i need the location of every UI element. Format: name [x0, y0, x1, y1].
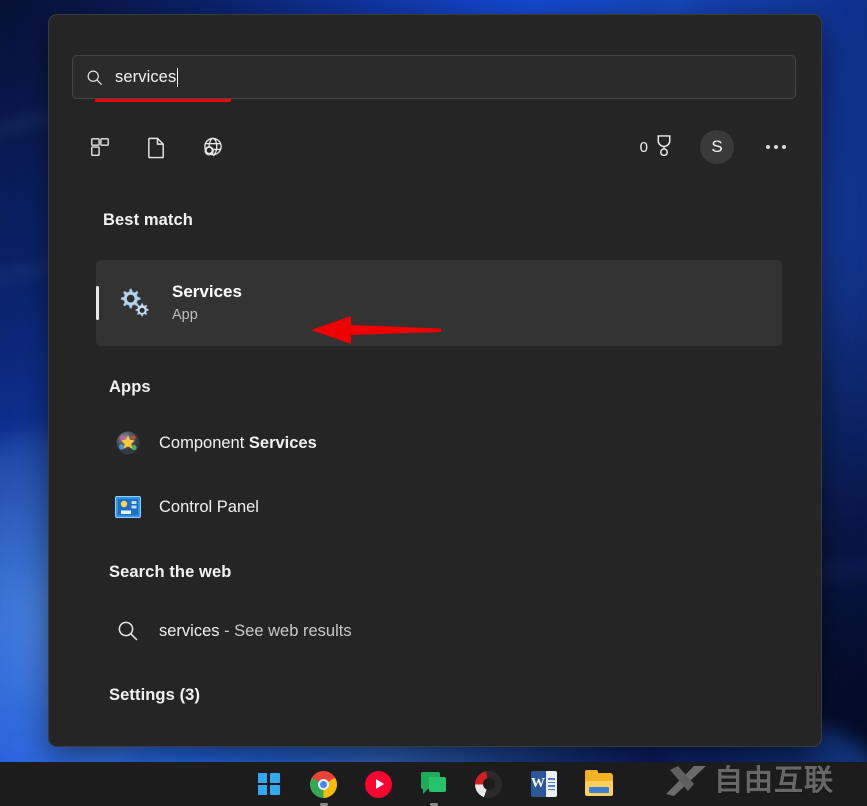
word-lines	[545, 771, 557, 797]
red-underline-annotation	[95, 99, 231, 102]
start-tile	[269, 785, 280, 795]
text-cursor	[177, 67, 179, 87]
start-tile	[269, 773, 280, 783]
word-line	[547, 788, 555, 790]
search-input-value: services	[115, 67, 177, 86]
result-label: Control Panel	[159, 498, 259, 517]
best-match-subtitle: App	[172, 307, 198, 323]
ring-hole	[482, 778, 495, 790]
search-icon	[96, 620, 159, 642]
web-globe-search-icon[interactable]	[184, 119, 240, 175]
ring-app-button[interactable]	[474, 769, 504, 799]
chat-button[interactable]	[419, 769, 449, 806]
word-line	[547, 778, 555, 780]
start-button[interactable]	[254, 769, 284, 799]
result-label: services - See web results	[159, 622, 352, 641]
avatar[interactable]: S	[700, 130, 734, 164]
result-label-prefix: Component	[159, 433, 249, 452]
play-triangle	[376, 779, 384, 789]
chrome-button[interactable]	[309, 769, 339, 806]
best-match-text: Services App	[172, 281, 242, 325]
result-component-services[interactable]: Component Services	[96, 419, 782, 467]
youtube-music-button[interactable]	[364, 769, 394, 799]
file-explorer-button[interactable]	[584, 769, 614, 799]
section-header-search-the-web: Search the web	[109, 563, 232, 581]
section-header-apps: Apps	[109, 378, 151, 396]
more-options-icon[interactable]	[766, 145, 786, 149]
folder-strip	[588, 786, 609, 793]
document-icon[interactable]	[128, 119, 184, 175]
chrome-center	[318, 778, 329, 790]
web-query-text: services	[159, 621, 220, 640]
windows-start-icon	[257, 773, 280, 795]
start-tile	[257, 773, 268, 783]
red-arrow-annotation	[311, 316, 441, 344]
search-input[interactable]: services	[72, 55, 796, 99]
file-explorer-icon	[584, 769, 613, 796]
word-line	[547, 785, 555, 787]
apps-grid-icon[interactable]	[72, 119, 128, 175]
web-suffix-text: - See web results	[219, 621, 352, 640]
dot	[766, 145, 770, 149]
result-label: Component Services	[159, 434, 317, 453]
result-control-panel[interactable]: Control Panel	[96, 483, 782, 531]
selection-indicator	[96, 286, 99, 320]
chat-bubble-front	[428, 777, 446, 792]
section-header-settings: Settings (3)	[109, 686, 201, 704]
result-label-prefix: Control Panel	[159, 497, 259, 516]
desktop-screen: services 0 S Best match Services App App…	[0, 0, 867, 806]
start-tile	[257, 785, 268, 795]
component-services-icon	[96, 430, 159, 456]
ring-app-icon	[475, 770, 502, 798]
rewards-count: 0	[639, 138, 648, 156]
section-header-best-match: Best match	[103, 211, 193, 229]
filter-row: 0 S	[72, 119, 796, 175]
word-icon: W	[530, 771, 557, 797]
youtube-music-icon	[365, 770, 392, 798]
medal-icon	[654, 134, 674, 161]
dot	[782, 145, 786, 149]
word-letter: W	[530, 771, 546, 797]
result-label-match: Services	[248, 433, 317, 452]
search-text-wrap: services	[115, 56, 179, 98]
search-icon	[73, 69, 115, 86]
dot	[774, 145, 778, 149]
word-button[interactable]: W	[529, 769, 559, 799]
word-line	[547, 781, 555, 783]
taskbar: W	[0, 762, 867, 806]
gears-icon	[96, 287, 172, 319]
rewards-button[interactable]: 0	[640, 134, 674, 161]
search-panel: services 0 S Best match Services App App…	[48, 14, 822, 747]
chat-icon	[420, 772, 447, 796]
avatar-initial: S	[711, 137, 723, 156]
result-web-search[interactable]: services - See web results	[96, 607, 782, 655]
control-panel-icon	[96, 496, 159, 518]
best-match-title: Services	[172, 282, 242, 301]
chrome-icon	[310, 770, 337, 798]
